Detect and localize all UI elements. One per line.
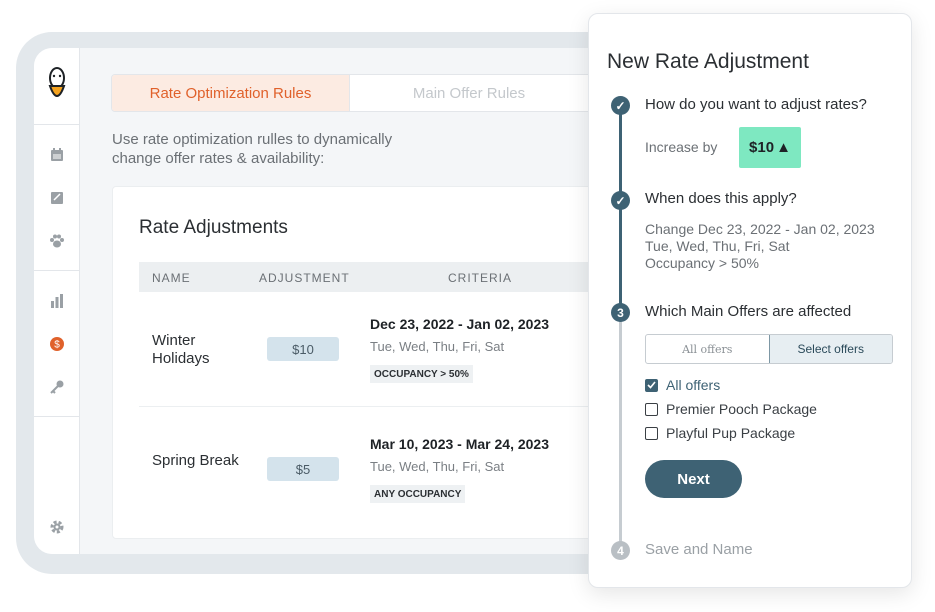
step-1-check-icon: ✓ <box>611 96 630 115</box>
dollar-icon[interactable]: $ <box>47 334 67 354</box>
offer-checkbox-all[interactable]: All offers <box>645 377 720 393</box>
bar-chart-icon[interactable] <box>47 291 67 311</box>
row-dates: Dec 23, 2022 - Jan 02, 2023 <box>370 316 549 332</box>
checkbox-icon <box>645 427 658 440</box>
increase-value-badge[interactable]: $10 ▲ <box>739 127 801 168</box>
offer-checkbox-playful-pup[interactable]: Playful Pup Package <box>645 425 795 441</box>
step-3-label: Which Main Offers are affected <box>645 303 851 320</box>
main-content: Rate Optimization Rules Main Offer Rules… <box>80 48 634 554</box>
select-offers-toggle[interactable]: Select offers <box>769 335 893 363</box>
all-offers-toggle[interactable]: All offers <box>646 335 769 363</box>
sidebar-divider <box>34 124 80 125</box>
sidebar-divider <box>34 416 80 417</box>
step-3-number: 3 <box>611 303 630 322</box>
logo-icon <box>46 66 68 104</box>
document-icon[interactable] <box>47 188 67 208</box>
offer-label: Playful Pup Package <box>666 425 795 441</box>
panel-title: New Rate Adjustment <box>607 50 809 74</box>
rate-adjustments-card: Rate Adjustments NAME ADJUSTMENT CRITERI… <box>112 186 634 539</box>
card-title: Rate Adjustments <box>139 217 288 239</box>
row-days: Tue, Wed, Thu, Fri, Sat <box>370 459 504 474</box>
row-name: Winter Holidays <box>152 332 242 368</box>
next-button[interactable]: Next <box>645 460 742 498</box>
new-rate-adjustment-panel: New Rate Adjustment ✓ How do you want to… <box>588 13 912 588</box>
svg-text:$: $ <box>54 340 60 351</box>
arrow-up-icon: ▲ <box>776 139 791 156</box>
settings-icon[interactable] <box>47 517 67 537</box>
rule-tabs: Rate Optimization Rules Main Offer Rules <box>111 74 631 112</box>
key-icon[interactable] <box>47 377 67 397</box>
row-dates: Mar 10, 2023 - Mar 24, 2023 <box>370 436 549 452</box>
increase-label: Increase by <box>645 139 717 155</box>
apply-occupancy: Occupancy > 50% <box>645 255 875 272</box>
row-criteria-badge: OCCUPANCY > 50% <box>370 365 473 383</box>
row-criteria-badge: ANY OCCUPANCY <box>370 485 465 503</box>
offer-label: All offers <box>666 377 720 393</box>
column-header-criteria: CRITERIA <box>448 271 512 285</box>
table-row[interactable]: Winter Holidays $10 Dec 23, 2022 - Jan 0… <box>139 292 619 407</box>
step-4-label: Save and Name <box>645 541 753 558</box>
calendar-icon[interactable] <box>47 145 67 165</box>
step-2-label: When does this apply? <box>645 190 797 207</box>
row-days: Tue, Wed, Thu, Fri, Sat <box>370 339 504 354</box>
paw-icon[interactable] <box>47 231 67 251</box>
table-row[interactable]: Spring Break $5 Mar 10, 2023 - Mar 24, 2… <box>139 407 619 522</box>
step-2-check-icon: ✓ <box>611 191 630 210</box>
row-adjustment: $10 <box>267 337 339 361</box>
row-adjustment: $5 <box>267 457 339 481</box>
offer-scope-toggle: All offers Select offers <box>645 334 893 364</box>
tab-rate-optimization-rules[interactable]: Rate Optimization Rules <box>112 75 350 111</box>
intro-text: Use rate optimization rulles to dynamica… <box>112 130 432 168</box>
table-header: NAME ADJUSTMENT CRITERIA <box>139 262 619 292</box>
checkbox-checked-icon <box>645 379 658 392</box>
sidebar-divider <box>34 270 80 271</box>
tab-main-offer-rules[interactable]: Main Offer Rules <box>350 75 588 111</box>
offer-checkbox-premier-pooch[interactable]: Premier Pooch Package <box>645 401 817 417</box>
step-4-number: 4 <box>611 541 630 560</box>
apply-days: Tue, Wed, Thu, Fri, Sat <box>645 238 875 255</box>
app-window: $ Rate Optimization Rules Main Offer Rul… <box>34 48 634 554</box>
step-1-label: How do you want to adjust rates? <box>645 96 867 113</box>
increase-value: $10 <box>749 139 774 156</box>
offer-label: Premier Pooch Package <box>666 401 817 417</box>
apply-dates: Change Dec 23, 2022 - Jan 02, 2023 <box>645 221 875 238</box>
row-name: Spring Break <box>152 452 242 470</box>
sidebar: $ <box>34 48 80 554</box>
column-header-name: NAME <box>152 271 191 285</box>
checkbox-icon <box>645 403 658 416</box>
apply-summary: Change Dec 23, 2022 - Jan 02, 2023 Tue, … <box>645 221 875 272</box>
column-header-adjustment: ADJUSTMENT <box>259 271 350 285</box>
